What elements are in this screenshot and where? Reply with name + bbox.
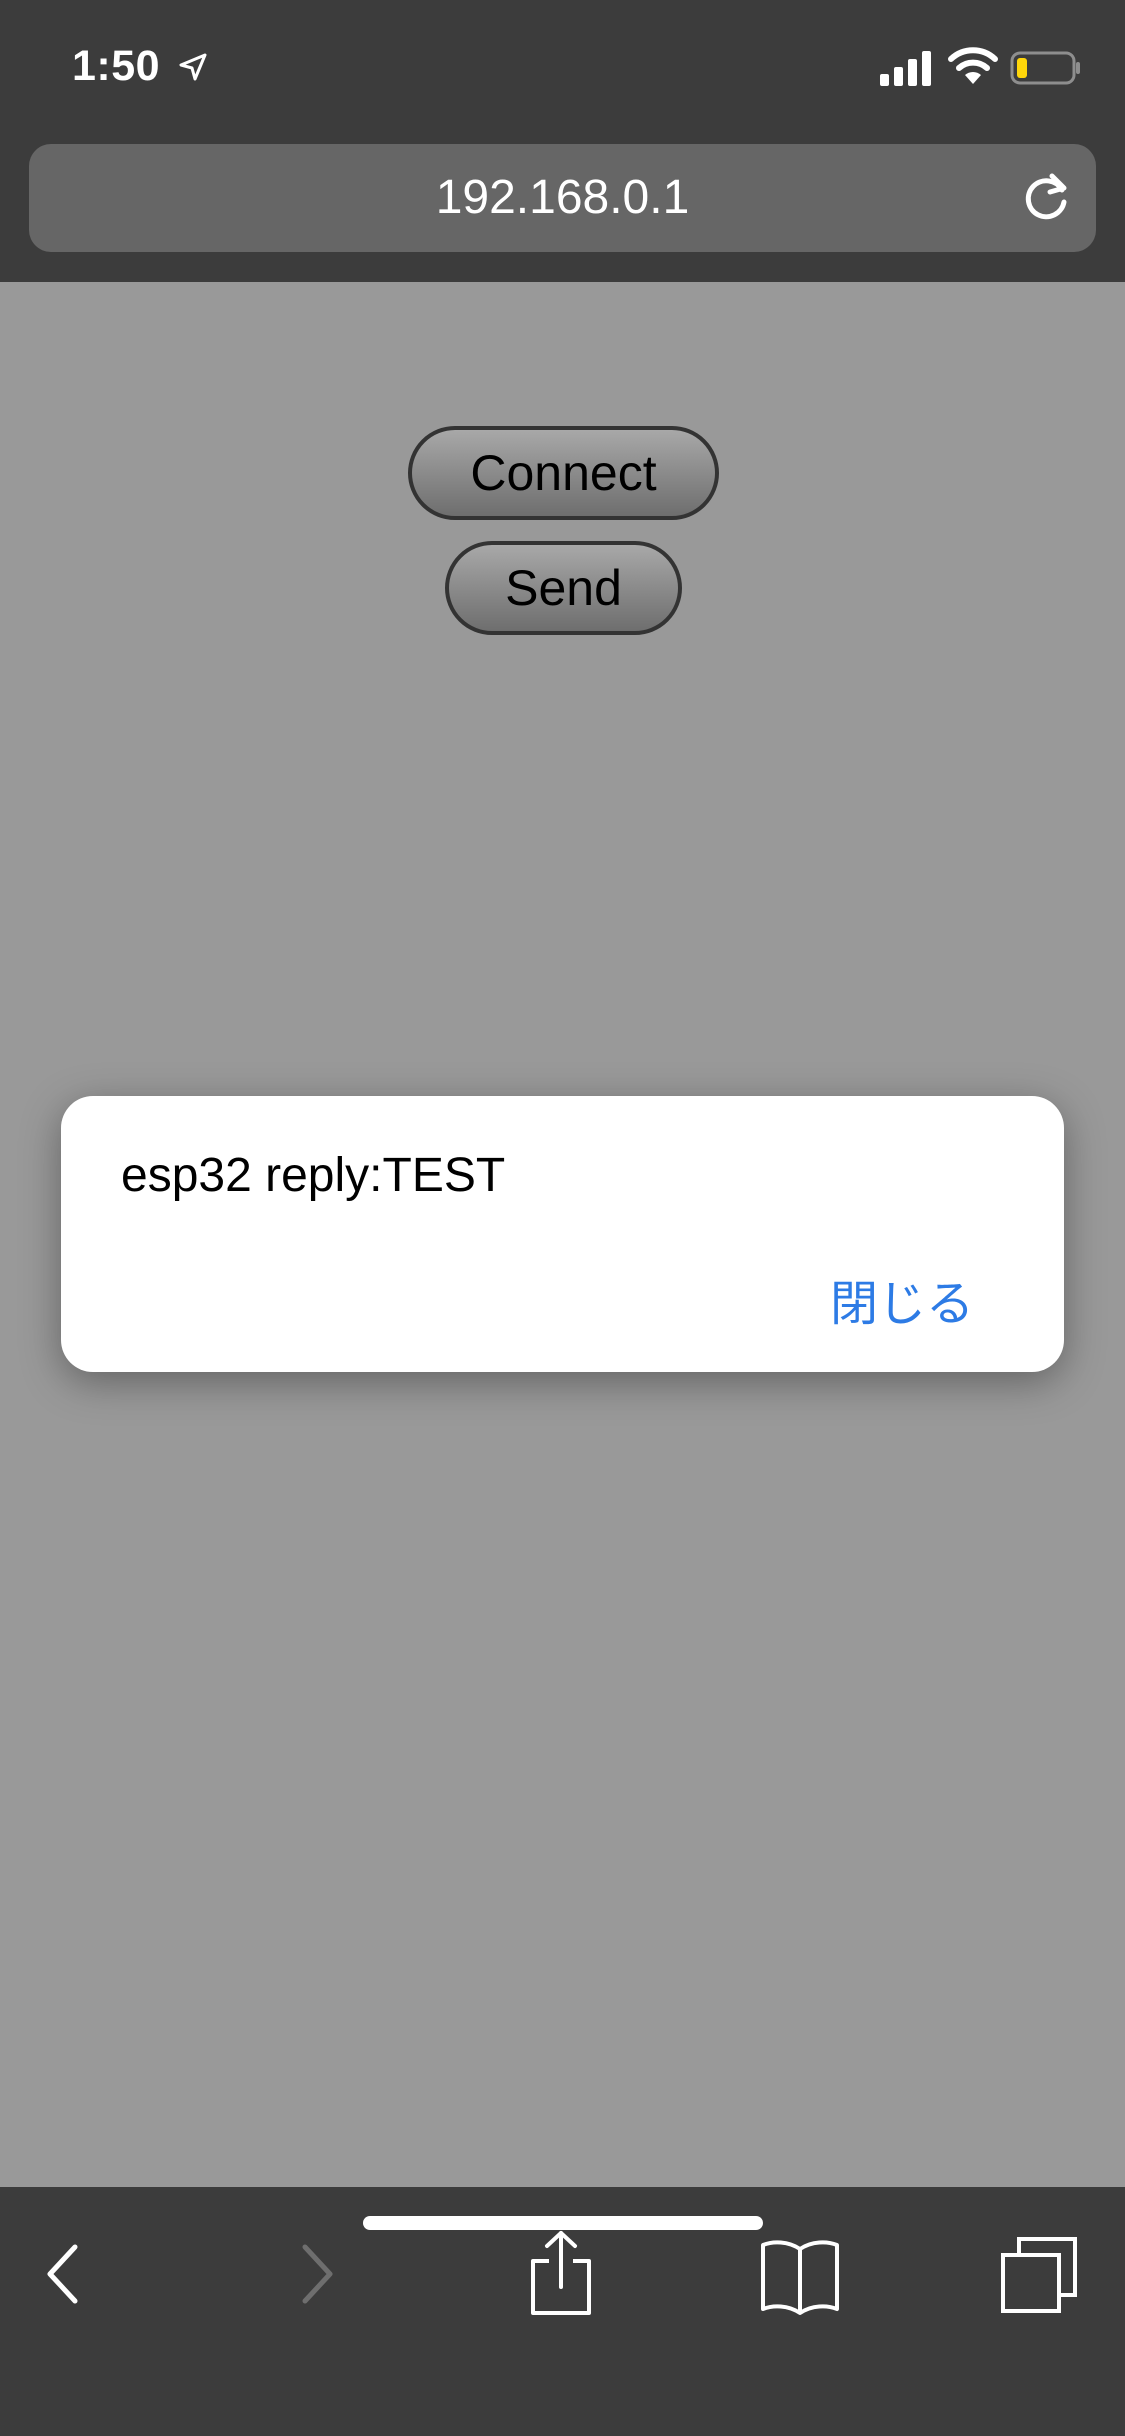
browser-top-chrome: 1:50 192.168.0.1 — [0, 0, 1125, 282]
reload-icon[interactable] — [1018, 170, 1074, 226]
address-bar[interactable]: 192.168.0.1 — [29, 144, 1096, 252]
url-text: 192.168.0.1 — [435, 171, 690, 224]
cellular-signal-icon — [880, 51, 931, 86]
alert-dialog: esp32 reply:TEST 閉じる — [61, 1096, 1064, 1372]
location-arrow-icon — [179, 53, 207, 81]
alert-message: esp32 reply:TEST — [121, 1149, 506, 1202]
share-icon[interactable] — [516, 2229, 606, 2319]
wifi-icon — [948, 47, 998, 84]
safari-screen: 1:50 192.168.0.1 Connect Send esp32 repl… — [0, 0, 1125, 2436]
alert-close-button[interactable]: 閉じる — [830, 1264, 974, 1334]
bookmarks-icon[interactable] — [755, 2229, 845, 2319]
forward-chevron-icon[interactable] — [270, 2229, 360, 2319]
connect-button[interactable]: Connect — [408, 426, 719, 520]
tabs-icon[interactable] — [995, 2229, 1085, 2319]
battery-low-icon — [1010, 51, 1080, 85]
send-button[interactable]: Send — [445, 541, 682, 635]
back-chevron-icon[interactable] — [20, 2229, 110, 2319]
status-time: 1:50 — [72, 42, 161, 90]
home-indicator[interactable] — [363, 2216, 763, 2230]
